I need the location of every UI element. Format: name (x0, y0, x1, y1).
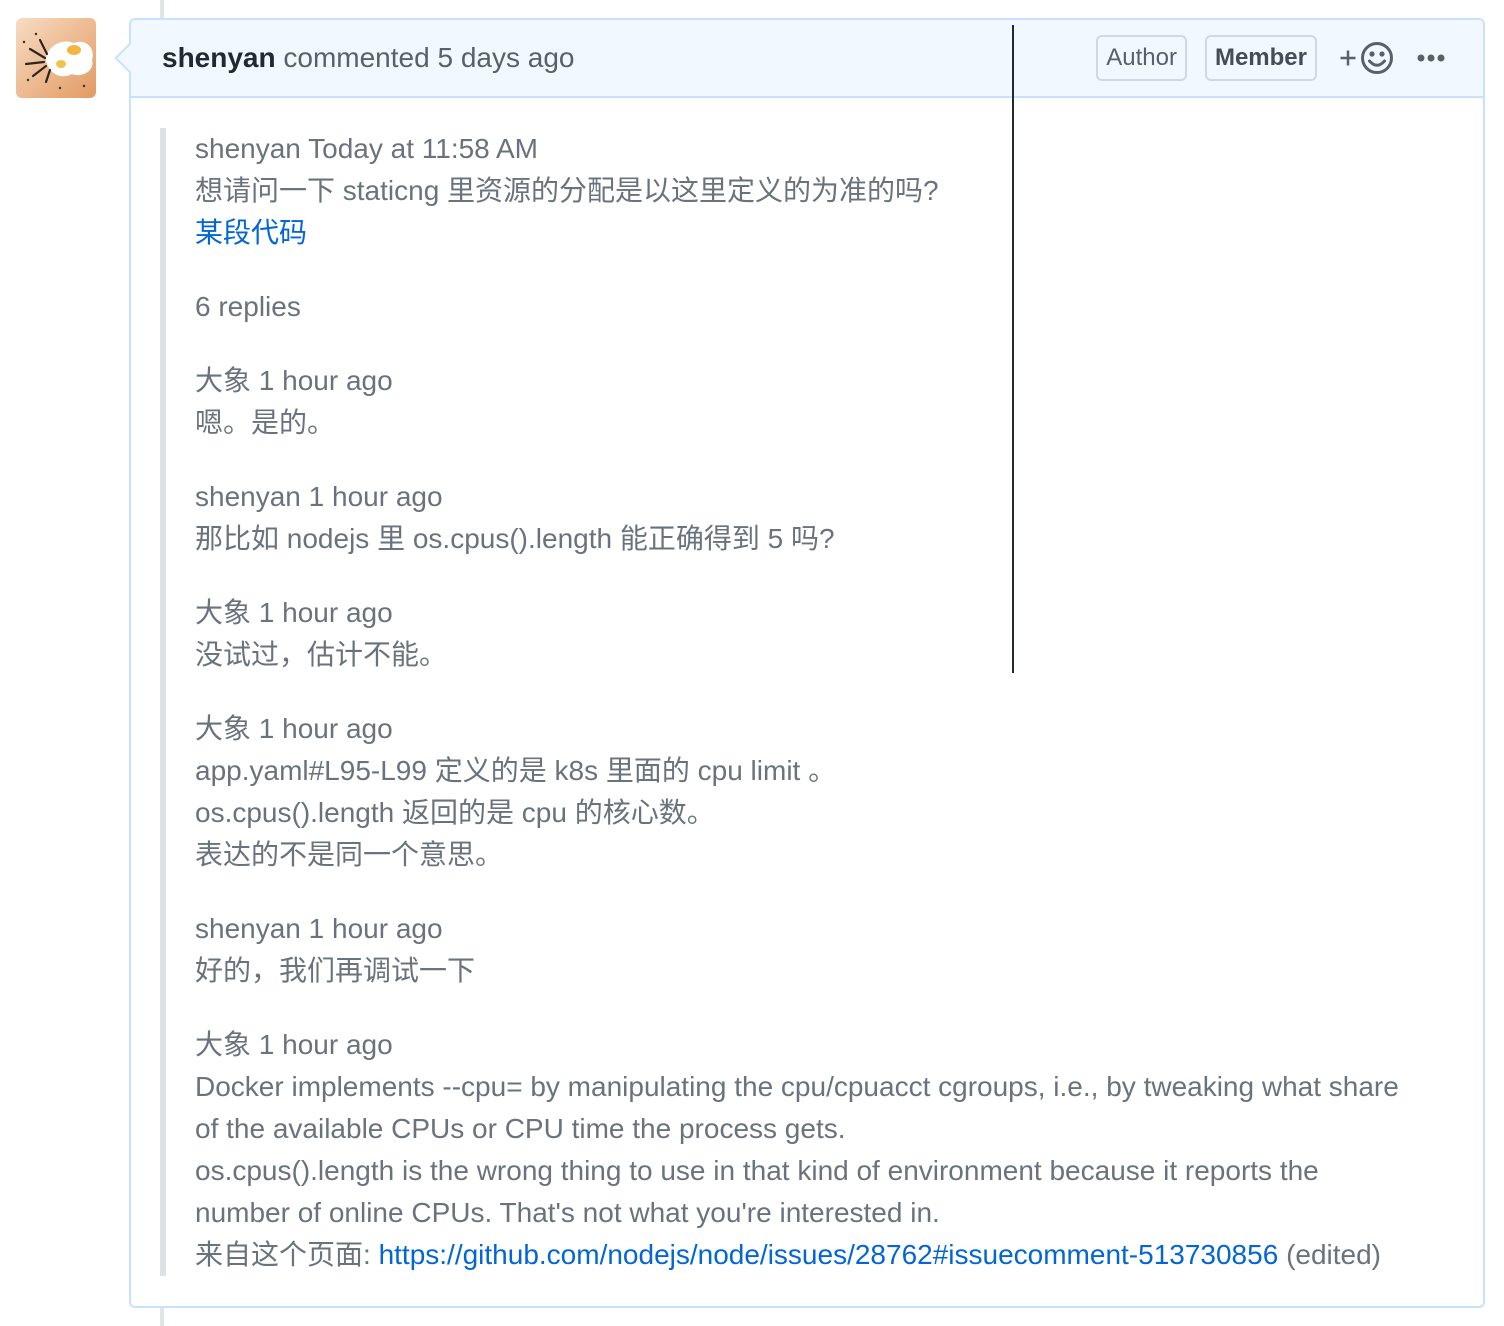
header-actions: Author Member (1096, 35, 1445, 81)
reply-meta: 大象 1 hour ago (195, 1029, 393, 1060)
message-text: 想请问一下 staticng 里资源的分配是以这里定义的为准的吗? (195, 175, 939, 206)
author-badge: Author (1096, 35, 1187, 81)
add-reaction-button[interactable] (1339, 41, 1394, 75)
reply-meta: 大象 1 hour ago (195, 365, 393, 396)
reply-text: 没试过，估计不能。 (195, 639, 448, 670)
comment-header: shenyan commented 5 days ago Author Memb… (131, 20, 1483, 98)
reply-meta: 大象 1 hour ago (195, 597, 393, 628)
reply-meta: shenyan 1 hour ago (195, 913, 443, 944)
reply-text: 好的，我们再调试一下 (195, 955, 476, 986)
reply-text: 表达的不是同一个意思。 (195, 839, 504, 870)
reply: 大象 1 hour ago app.yaml#L95-L99 定义的是 k8s … (195, 708, 1453, 876)
vertical-divider-line (1012, 25, 1014, 673)
comment-box: shenyan commented 5 days ago Author Memb… (114, 18, 1485, 1308)
reply: 大象 1 hour ago 没试过，估计不能。 (195, 592, 1453, 676)
reply-text: app.yaml#L95-L99 定义的是 k8s 里面的 cpu limit … (195, 755, 837, 786)
message-link-line: 某段代码 (195, 212, 1453, 254)
reply-meta: shenyan 1 hour ago (195, 481, 443, 512)
quoted-thread: shenyan Today at 11:58 AM 想请问一下 staticng… (160, 128, 1453, 1276)
comment-header-text: shenyan commented 5 days ago (162, 41, 574, 75)
edited-label: (edited) (1286, 1239, 1381, 1270)
avatar[interactable] (16, 18, 96, 98)
reply: 大象 1 hour ago 嗯。是的。 (195, 360, 1453, 444)
reply: 大象 1 hour ago Docker implements --cpu= b… (195, 1024, 1453, 1276)
reply-meta: 大象 1 hour ago (195, 713, 393, 744)
kebab-horizontal-icon (1417, 54, 1445, 62)
reply-source-line: 来自这个页面: https://github.com/nodejs/node/i… (195, 1234, 1453, 1276)
original-message: shenyan Today at 11:58 AM 想请问一下 staticng… (195, 128, 1453, 254)
message-meta: shenyan Today at 11:58 AM (195, 133, 538, 164)
member-badge: Member (1204, 35, 1317, 81)
replies-count: 6 replies (195, 291, 301, 322)
reply-text: 那比如 nodejs 里 os.cpus().length 能正确得到 5 吗? (195, 523, 835, 554)
code-link[interactable]: 某段代码 (195, 217, 307, 248)
source-label: 来自这个页面: (195, 1239, 371, 1270)
comment-options-button[interactable] (1417, 54, 1445, 62)
reply: shenyan 1 hour ago 那比如 nodejs 里 os.cpus(… (195, 476, 1453, 560)
comment-action: commented (283, 42, 430, 73)
reply-text: 嗯。是的。 (195, 407, 336, 438)
reply-text: os.cpus().length 返回的是 cpu 的核心数。 (195, 797, 715, 828)
reply-text: of the available CPUs or CPU time the pr… (195, 1113, 846, 1144)
smiley-plus-icon (1340, 42, 1393, 74)
reply-text: os.cpus().length is the wrong thing to u… (195, 1155, 1319, 1186)
reply-text: Docker implements --cpu= by manipulating… (195, 1071, 1399, 1102)
source-url-link[interactable]: https://github.com/nodejs/node/issues/28… (379, 1239, 1279, 1270)
reply: shenyan 1 hour ago 好的，我们再调试一下 (195, 908, 1453, 992)
replies-summary: 6 replies (195, 286, 1453, 328)
reply-text: number of online CPUs. That's not what y… (195, 1197, 940, 1228)
avatar-image (16, 18, 96, 98)
author-link[interactable]: shenyan (162, 42, 276, 73)
comment-timestamp[interactable]: 5 days ago (437, 42, 574, 73)
comment-body: shenyan Today at 11:58 AM 想请问一下 staticng… (131, 98, 1483, 1306)
